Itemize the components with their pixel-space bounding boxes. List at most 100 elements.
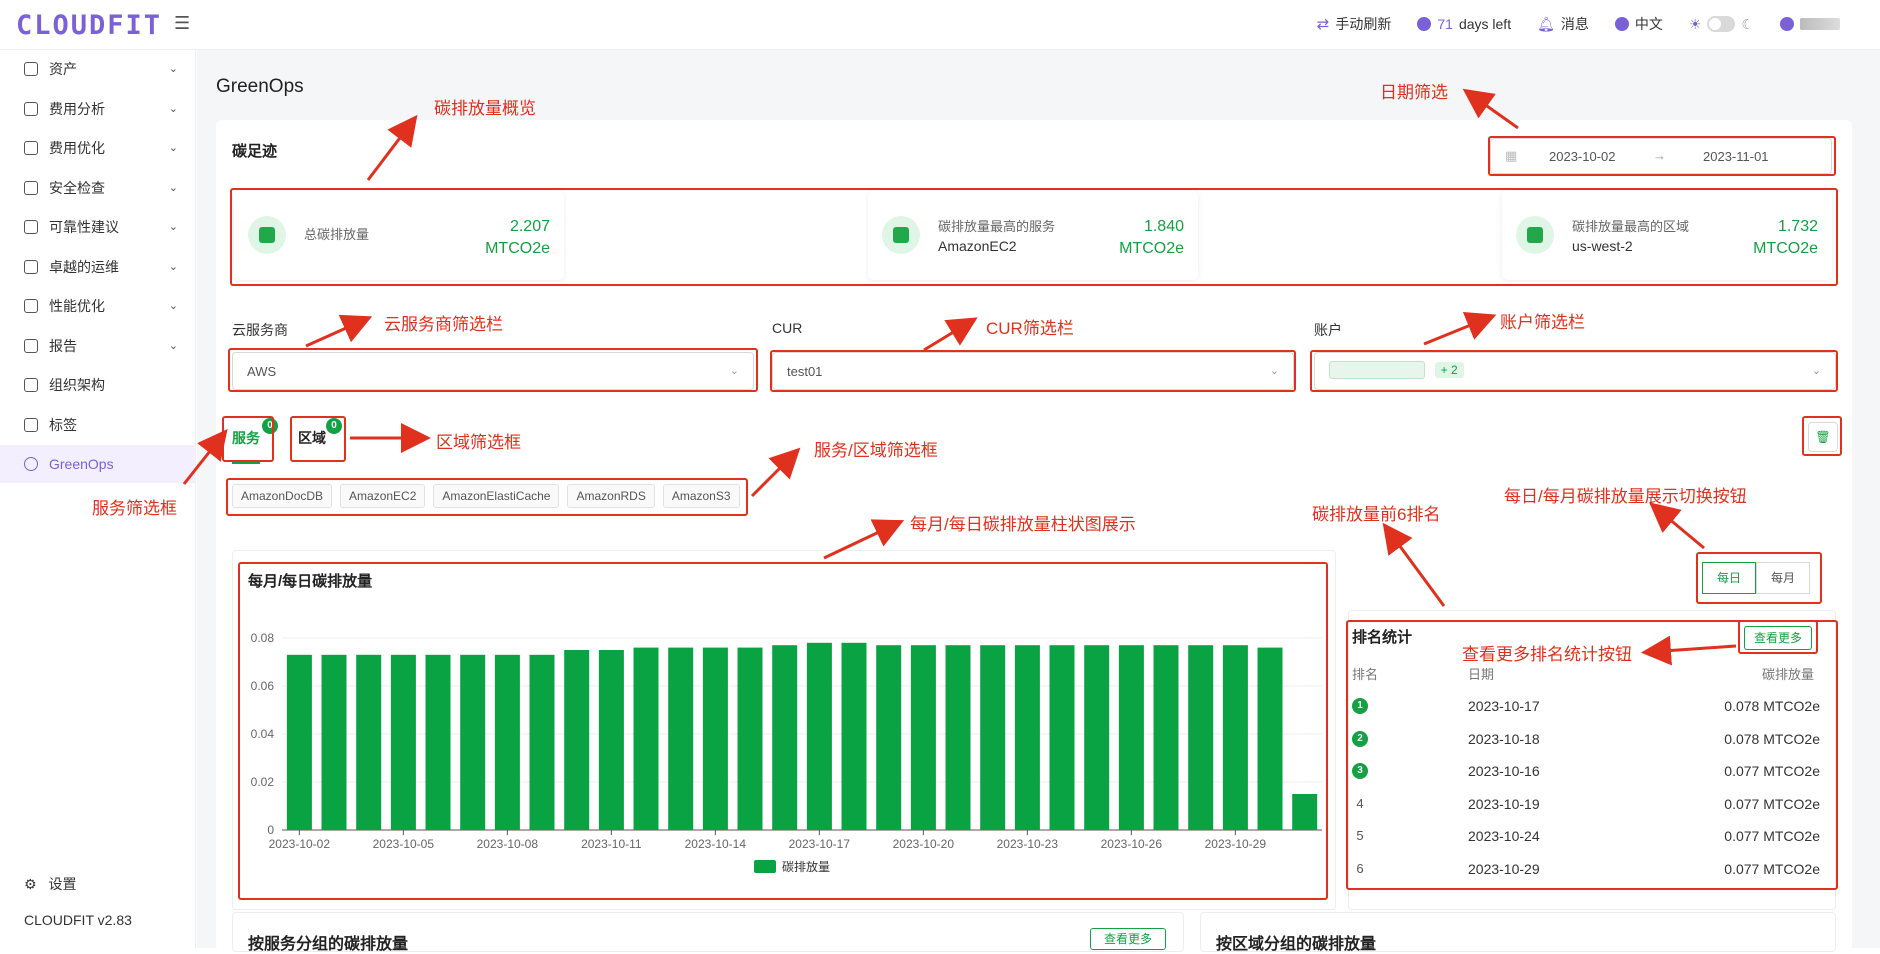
date-range-picker[interactable]: ▦ 2023-10-02 → 2023-11-01 <box>1490 138 1832 174</box>
ranking-more-button[interactable]: 查看更多 <box>1744 626 1812 650</box>
sidebar-item-label: 性能优化 <box>49 298 105 314</box>
settings-item[interactable]: ⚙ 设置 <box>24 874 76 894</box>
chart-bar[interactable] <box>529 654 555 830</box>
chart-bar[interactable] <box>1118 645 1144 830</box>
chart-bar[interactable] <box>460 654 486 830</box>
chart-bar[interactable] <box>1188 645 1214 830</box>
by-service-more-button[interactable]: 查看更多 <box>1090 928 1166 950</box>
legend-label[interactable]: 碳排放量 <box>782 859 830 874</box>
service-chip[interactable]: AmazonDocDB <box>232 484 333 508</box>
chart-bar[interactable] <box>390 654 416 830</box>
chart-bar[interactable] <box>494 654 520 830</box>
sidebar-item[interactable]: org-icon 组织架构 <box>0 366 196 404</box>
sidebar-item[interactable]: dollar-icon 费用优化 ⌄ <box>0 129 196 167</box>
theme-switch[interactable]: ☀ ☾ <box>1689 16 1754 33</box>
chevron-down-icon: ⌄ <box>168 63 178 75</box>
account-tag-masked[interactable] <box>1329 361 1425 379</box>
footprint-title: 碳足迹 <box>232 143 278 160</box>
chart-bar[interactable] <box>806 642 832 830</box>
days-left-label: days left <box>1458 16 1512 32</box>
refresh-button[interactable]: ⇄ 手动刷新 <box>1317 14 1392 34</box>
chart-bar[interactable] <box>737 647 763 830</box>
chart-bar[interactable] <box>321 654 347 830</box>
chart-bar[interactable] <box>910 645 936 830</box>
provider-select[interactable]: AWS ⌄ <box>232 352 754 390</box>
messages-button[interactable]: 🔔︎ 消息 <box>1537 14 1589 34</box>
tab-service[interactable]: 服务 <box>232 428 260 464</box>
sidebar-item-icon: alarm-icon <box>24 180 38 195</box>
x-tick-label: 2023-10-14 <box>685 837 747 851</box>
stat-top-service: 碳排放量最高的服务 AmazonEC2 1.840 MTCO2e <box>868 190 1198 280</box>
toggle-monthly-button[interactable]: 每月 <box>1756 562 1810 594</box>
sidebar-item-label: 费用分析 <box>49 100 105 117</box>
toggle-daily-button[interactable]: 每日 <box>1702 562 1756 594</box>
sidebar-item[interactable]: leaf-icon GreenOps <box>0 445 196 483</box>
language-label: 中文 <box>1634 16 1663 32</box>
chart-bar[interactable] <box>702 647 728 830</box>
sidebar-item-icon: checklist-icon <box>24 220 38 234</box>
user-menu[interactable] <box>1780 17 1840 31</box>
license-days: 71 days left <box>1417 16 1511 32</box>
stat-region-name: us-west-2 <box>1572 238 1633 254</box>
rank-date: 2023-10-16 <box>1468 763 1540 779</box>
chart-bar[interactable] <box>945 645 971 830</box>
service-chip[interactable]: AmazonRDS <box>567 484 655 508</box>
service-chip[interactable]: AmazonEC2 <box>340 484 426 508</box>
sidebar-item-label: 卓越的运维 <box>49 258 119 275</box>
sidebar-item[interactable]: alarm-icon 安全检查 ⌄ <box>0 169 196 207</box>
chart-bar[interactable] <box>876 645 902 830</box>
sidebar-item[interactable]: cloud-icon 卓越的运维 ⌄ <box>0 248 196 286</box>
chart-bar[interactable] <box>1084 645 1110 830</box>
rank-date: 2023-10-18 <box>1468 730 1540 747</box>
sidebar-item[interactable]: asset-icon 资产 ⌄ <box>0 50 196 88</box>
chart-bar[interactable] <box>980 645 1006 830</box>
chart-bar[interactable] <box>841 642 867 830</box>
days-left-number: 71 <box>1437 16 1453 32</box>
chart-bar[interactable] <box>633 647 659 830</box>
date-start[interactable]: 2023-10-02 <box>1549 149 1616 164</box>
chart-bar[interactable] <box>356 654 382 830</box>
sidebar-item-icon: chart-icon <box>24 299 38 313</box>
service-chip[interactable]: AmazonElastiCache <box>433 484 560 508</box>
menu-toggle-icon[interactable]: ☰ <box>174 14 192 32</box>
account-select[interactable]: + 2 ⌄ <box>1314 352 1836 390</box>
chart-bar[interactable] <box>425 654 451 830</box>
sidebar-item[interactable]: gauge-icon 费用分析 ⌄ <box>0 90 196 128</box>
language-button[interactable]: 中文 <box>1614 14 1663 34</box>
chart-bar[interactable] <box>1292 794 1318 830</box>
sidebar-item-icon: report-icon <box>24 338 38 353</box>
date-end[interactable]: 2023-11-01 <box>1703 149 1769 164</box>
chart-bar[interactable] <box>1014 645 1040 830</box>
account-more-tag[interactable]: + 2 <box>1434 362 1464 378</box>
chart-bar[interactable] <box>1257 647 1283 830</box>
tab-region[interactable]: 区域 <box>298 428 326 448</box>
chart-bar[interactable] <box>598 650 624 830</box>
top-bar: CLOUDFIT ☰ ⇄ 手动刷新 71 days left 🔔︎ 消息 中文 … <box>0 0 1880 50</box>
sidebar-item[interactable]: checklist-icon 可靠性建议 ⌄ <box>0 208 196 246</box>
chevron-down-icon: ⌄ <box>168 300 178 312</box>
sidebar-item[interactable]: tag-icon 标签 <box>0 406 196 444</box>
sidebar-item[interactable]: chart-icon 性能优化 ⌄ <box>0 287 196 325</box>
clear-filter-button[interactable]: 🗑︎ <box>1808 422 1838 452</box>
chart-bar[interactable] <box>772 645 798 830</box>
rank-number: 6 <box>1356 860 1364 876</box>
rank-row: 2 2023-10-18 0.078 MTCO2e <box>1352 723 1820 755</box>
ranking-title: 排名统计 <box>1352 629 1413 646</box>
service-chip[interactable]: AmazonS3 <box>662 484 740 508</box>
chart-bar[interactable] <box>1153 645 1179 830</box>
chart-bar[interactable] <box>286 654 312 830</box>
chart-bar[interactable] <box>1049 645 1075 830</box>
sidebar-item[interactable]: report-icon 报告 ⌄ <box>0 327 196 365</box>
chevron-down-icon: ⌄ <box>168 142 178 154</box>
refresh-icon: ⇄ <box>1316 16 1330 33</box>
annotation-more: 查看更多排名统计按钮 <box>1462 645 1632 664</box>
chart-bar[interactable] <box>1222 645 1248 830</box>
theme-toggle[interactable] <box>1707 16 1736 32</box>
clock-icon <box>1417 17 1432 31</box>
chart-bar[interactable] <box>564 650 590 830</box>
cur-select[interactable]: test01 ⌄ <box>772 352 1294 390</box>
y-tick-label: 0.02 <box>251 775 275 789</box>
top-actions: ⇄ 手动刷新 71 days left 🔔︎ 消息 中文 ☀ ☾ <box>1317 14 1840 34</box>
annotation-provider: 云服务商筛选栏 <box>384 315 503 334</box>
chart-bar[interactable] <box>668 647 694 830</box>
